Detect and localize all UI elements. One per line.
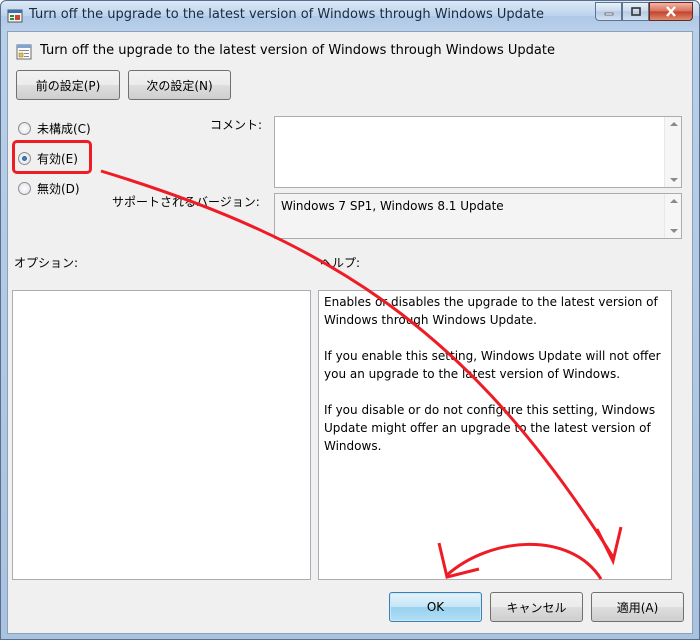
minimize-button[interactable] <box>595 2 622 21</box>
dialog-client-area: Turn off the upgrade to the latest versi… <box>7 31 693 634</box>
radio-not-configured-label: 未構成(C) <box>37 122 91 136</box>
scroll-down-icon[interactable] <box>670 229 678 233</box>
help-label: ヘルプ: <box>320 256 361 270</box>
policy-dialog-window: Turn off the upgrade to the latest versi… <box>0 0 700 640</box>
window-controls <box>595 2 693 22</box>
help-paragraph: If you enable this setting, Windows Upda… <box>324 349 661 381</box>
cancel-button[interactable]: キャンセル <box>490 592 583 622</box>
comment-scrollbar[interactable] <box>664 117 681 187</box>
maximize-icon <box>630 7 641 16</box>
close-icon <box>666 6 676 17</box>
radio-disabled[interactable]: 無効(D) <box>18 180 80 197</box>
comment-label: コメント: <box>210 118 263 132</box>
ok-button[interactable]: OK <box>389 592 482 622</box>
previous-setting-button[interactable]: 前の設定(P) <box>16 70 120 100</box>
policy-editor-icon <box>7 9 23 23</box>
scroll-up-icon[interactable] <box>670 122 678 126</box>
scroll-down-icon[interactable] <box>670 178 678 182</box>
next-setting-button[interactable]: 次の設定(N) <box>128 70 231 100</box>
apply-button[interactable]: 適用(A) <box>591 592 684 622</box>
scroll-up-icon[interactable] <box>670 199 678 203</box>
supported-scrollbar[interactable] <box>664 194 681 238</box>
options-label: オプション: <box>14 256 79 270</box>
help-panel: Enables or disables the upgrade to the l… <box>318 290 672 580</box>
radio-disabled-circle[interactable] <box>18 182 31 195</box>
help-text: Enables or disables the upgrade to the l… <box>319 291 671 455</box>
annotation-highlight-box <box>12 140 92 174</box>
window-title: Turn off the upgrade to the latest versi… <box>29 7 544 22</box>
policy-title: Turn off the upgrade to the latest versi… <box>40 43 555 58</box>
help-paragraph: If you disable or do not configure this … <box>324 403 656 453</box>
radio-not-configured-circle[interactable] <box>18 122 31 135</box>
maximize-button[interactable] <box>622 2 649 21</box>
options-panel <box>12 290 311 580</box>
radio-not-configured[interactable]: 未構成(C) <box>18 120 91 137</box>
radio-disabled-label: 無効(D) <box>37 182 80 196</box>
supported-on-field: Windows 7 SP1, Windows 8.1 Update <box>274 193 682 239</box>
supported-on-value: Windows 7 SP1, Windows 8.1 Update <box>281 199 504 213</box>
supported-on-label: サポートされるバージョン: <box>112 195 260 209</box>
policy-setting-icon <box>16 44 32 60</box>
close-button[interactable] <box>649 2 693 21</box>
comment-textarea[interactable] <box>274 116 682 188</box>
help-paragraph: Enables or disables the upgrade to the l… <box>324 295 658 327</box>
minimize-icon <box>604 12 613 15</box>
title-bar[interactable]: Turn off the upgrade to the latest versi… <box>1 1 699 31</box>
